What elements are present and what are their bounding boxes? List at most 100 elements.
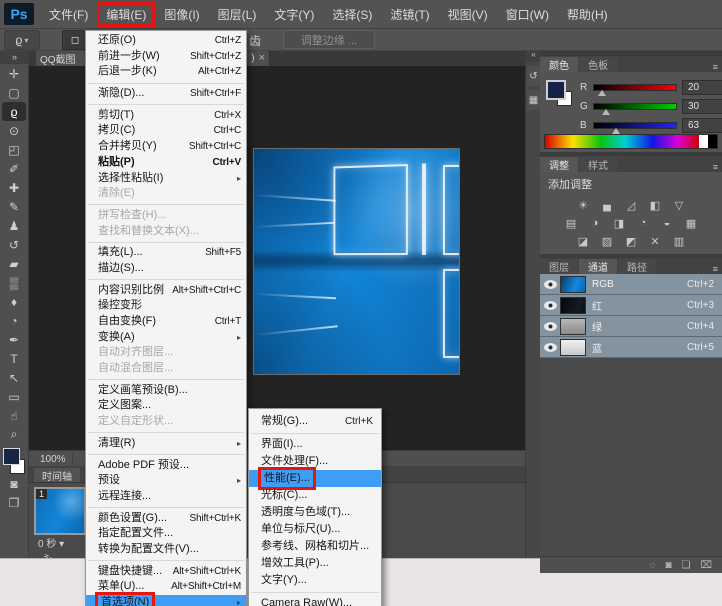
submenu-item-camera-raw[interactable]: Camera Raw(W)...: [249, 595, 381, 606]
submenu-item-units-rulers[interactable]: 单位与标尺(U)...: [249, 521, 381, 538]
menu-view[interactable]: 视图(V): [439, 2, 497, 27]
frame-duration[interactable]: 0 秒 ▾: [38, 535, 64, 550]
submenu-item-interface[interactable]: 界面(I)...: [249, 436, 381, 453]
menu-item-paste[interactable]: 粘贴(P)Ctrl+V: [86, 155, 246, 171]
menu-item-stroke[interactable]: 描边(S)...: [86, 261, 246, 277]
levels-icon[interactable]: ▄: [599, 198, 616, 212]
move-tool[interactable]: ✛: [2, 64, 26, 83]
threshold-icon[interactable]: ◩: [623, 234, 640, 248]
tab-paths[interactable]: 路径: [618, 259, 656, 274]
menu-item-convert-to-profile[interactable]: 转换为配置文件(V)...: [86, 542, 246, 558]
menu-item-presets[interactable]: 预设▸: [86, 473, 246, 489]
tab-styles[interactable]: 样式: [579, 157, 617, 172]
spot-healing-brush-tool[interactable]: ✚: [2, 178, 26, 197]
menu-item-transform[interactable]: 变换(A)▸: [86, 330, 246, 346]
menu-select[interactable]: 选择(S): [323, 2, 381, 27]
dodge-tool[interactable]: ◔: [2, 311, 26, 330]
menu-item-find-replace-text[interactable]: 查找和替换文本(X)...: [86, 224, 246, 240]
menu-layer[interactable]: 图层(L): [209, 2, 266, 27]
blue-slider[interactable]: [593, 122, 677, 129]
menu-item-auto-align-layers[interactable]: 自动对齐图层...: [86, 345, 246, 361]
crop-tool[interactable]: ◰: [2, 140, 26, 159]
blue-value-field[interactable]: 63: [682, 118, 722, 133]
menu-item-step-backward[interactable]: 后退一步(K)Alt+Ctrl+Z: [86, 64, 246, 80]
menu-item-define-pattern[interactable]: 定义图案...: [86, 398, 246, 414]
visibility-toggle[interactable]: [540, 343, 560, 352]
timeline-frame[interactable]: 1: [34, 487, 86, 535]
menu-image[interactable]: 图像(I): [155, 2, 208, 27]
menu-item-assign-profile[interactable]: 指定配置文件...: [86, 526, 246, 542]
menu-item-copy-merged[interactable]: 合并拷贝(Y)Shift+Ctrl+C: [86, 139, 246, 155]
menu-item-fade[interactable]: 渐隐(D)...Shift+Ctrl+F: [86, 86, 246, 102]
menu-item-purge[interactable]: 清理(R)▸: [86, 436, 246, 452]
photo-filter-icon[interactable]: ◔: [635, 216, 652, 230]
tab-adjustments[interactable]: 调整: [540, 157, 578, 172]
submenu-item-performance[interactable]: 性能(E)...: [249, 470, 381, 487]
save-selection-as-channel-button[interactable]: ◙: [665, 560, 671, 571]
history-panel-button[interactable]: ↺: [527, 66, 540, 86]
menu-item-puppet-warp[interactable]: 操控变形: [86, 298, 246, 314]
menu-item-cut[interactable]: 剪切(T)Ctrl+X: [86, 108, 246, 124]
submenu-item-plug-ins[interactable]: 增效工具(P)...: [249, 555, 381, 572]
posterize-icon[interactable]: ▨: [599, 234, 616, 248]
expand-dock-button[interactable]: «: [526, 50, 541, 62]
collapse-toolbar-button[interactable]: »: [0, 50, 28, 64]
history-brush-tool[interactable]: ↺: [2, 235, 26, 254]
menu-filter[interactable]: 滤镜(T): [381, 2, 438, 27]
quick-selection-tool[interactable]: ⊙: [2, 121, 26, 140]
menu-item-clear[interactable]: 清除(E): [86, 186, 246, 202]
channel-row-rgb[interactable]: RGB Ctrl+2: [540, 274, 722, 295]
black-cell[interactable]: [708, 135, 717, 148]
channel-row-green[interactable]: 绿 Ctrl+4: [540, 316, 722, 337]
rectangle-tool[interactable]: ▭: [2, 387, 26, 406]
menu-item-paste-special[interactable]: 选择性粘贴(I)▸: [86, 171, 246, 187]
menu-item-step-forward[interactable]: 前进一步(W)Shift+Ctrl+Z: [86, 49, 246, 65]
lasso-tool[interactable]: ϱ: [2, 102, 26, 121]
refine-edge-button[interactable]: 调整边缘 ...: [283, 30, 375, 49]
foreground-color-swatch[interactable]: [546, 80, 566, 100]
submenu-item-guides-grid-slices[interactable]: 参考线、网格和切片...: [249, 538, 381, 555]
channel-row-blue[interactable]: 蓝 Ctrl+5: [540, 337, 722, 358]
new-channel-button[interactable]: ❏: [682, 560, 691, 571]
quick-mask-button[interactable]: ◙: [2, 474, 26, 493]
curves-icon[interactable]: ◿: [623, 198, 640, 212]
brush-tool[interactable]: ✎: [2, 197, 26, 216]
menu-item-remote-connections[interactable]: 远程连接...: [86, 489, 246, 505]
menu-item-color-settings[interactable]: 颜色设置(G)...Shift+Ctrl+K: [86, 511, 246, 527]
rectangular-marquee-tool[interactable]: ▢: [2, 83, 26, 102]
properties-panel-button[interactable]: ▦: [527, 90, 540, 110]
eyedropper-tool[interactable]: ✐: [2, 159, 26, 178]
zoom-tool[interactable]: ⌕: [2, 425, 26, 444]
white-cell[interactable]: [699, 135, 708, 148]
blur-tool[interactable]: ♦: [2, 292, 26, 311]
clone-stamp-tool[interactable]: ♟: [2, 216, 26, 235]
submenu-item-general[interactable]: 常规(G)...Ctrl+K: [249, 413, 381, 430]
vibrance-icon[interactable]: ▽: [671, 198, 688, 212]
hand-tool[interactable]: ☝: [2, 406, 26, 425]
submenu-item-transparency-gamut[interactable]: 透明度与色域(T)...: [249, 504, 381, 521]
hue-saturation-icon[interactable]: ▤: [563, 216, 580, 230]
pen-tool[interactable]: ✒: [2, 330, 26, 349]
eraser-tool[interactable]: ▰: [2, 254, 26, 273]
tab-swatches[interactable]: 色板: [579, 57, 617, 72]
menu-item-free-transform[interactable]: 自由变换(F)Ctrl+T: [86, 314, 246, 330]
submenu-item-type[interactable]: 文字(Y)...: [249, 572, 381, 589]
tab-channels[interactable]: 通道: [579, 259, 617, 274]
menu-item-copy[interactable]: 拷贝(C)Ctrl+C: [86, 123, 246, 139]
menu-item-preferences[interactable]: 首选项(N)▸: [86, 595, 246, 606]
menu-item-content-aware-scale[interactable]: 内容识别比例Alt+Shift+Ctrl+C: [86, 283, 246, 299]
panel-menu-icon[interactable]: ≡: [709, 264, 722, 274]
spectrum-gradient[interactable]: [545, 135, 699, 148]
visibility-toggle[interactable]: [540, 322, 560, 331]
red-slider[interactable]: [593, 84, 677, 91]
brightness-contrast-icon[interactable]: ☀: [575, 198, 592, 212]
tab-timeline[interactable]: 时间轴: [34, 468, 80, 482]
menu-item-adobe-pdf-presets[interactable]: Adobe PDF 预设...: [86, 458, 246, 474]
menu-item-auto-blend-layers[interactable]: 自动混合图层...: [86, 361, 246, 377]
invert-icon[interactable]: ◪: [575, 234, 592, 248]
panel-menu-icon[interactable]: ≡: [709, 162, 722, 172]
tab-layers[interactable]: 图层: [540, 259, 578, 274]
selective-color-icon[interactable]: ✕: [647, 234, 664, 248]
color-lookup-icon[interactable]: ▦: [683, 216, 700, 230]
menu-item-fill[interactable]: 填充(L)...Shift+F5: [86, 245, 246, 261]
